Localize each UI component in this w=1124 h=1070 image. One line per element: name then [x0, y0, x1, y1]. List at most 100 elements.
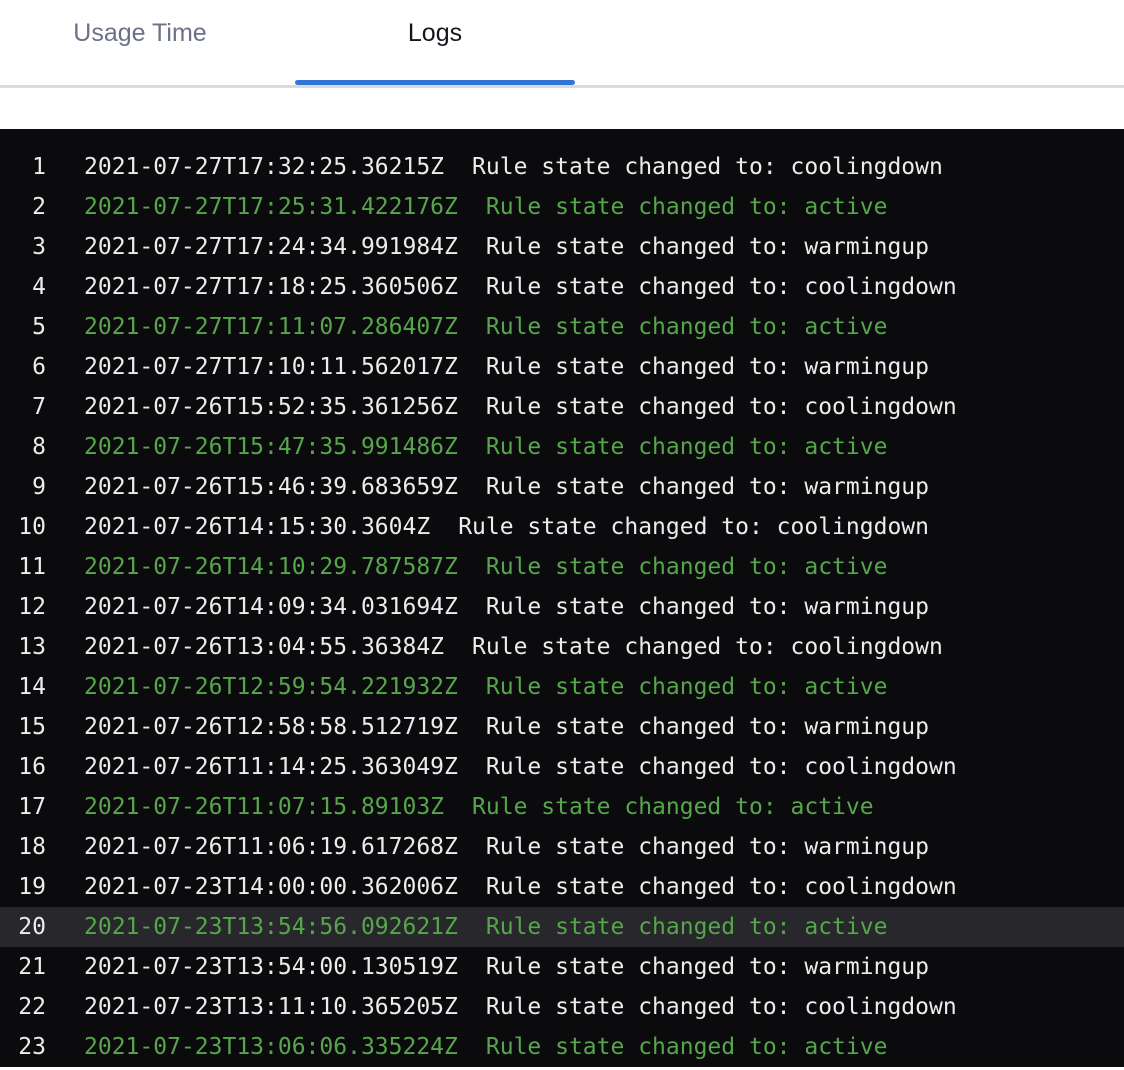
log-line-number: 19 [0, 867, 46, 907]
log-line-number: 11 [0, 547, 46, 587]
log-line-number: 18 [0, 827, 46, 867]
log-line-number: 21 [0, 947, 46, 987]
log-timestamp: 2021-07-27T17:24:34.991984Z [84, 234, 458, 260]
tab-bar: Usage Time Logs [0, 0, 1124, 88]
log-timestamp: 2021-07-27T17:11:07.286407Z [84, 314, 458, 340]
log-message: Rule state changed to: warmingup [486, 234, 929, 260]
log-row[interactable]: 21 2021-07-23T13:54:00.130519Z Rule state … [0, 947, 1124, 987]
log-row[interactable]: 16 2021-07-26T11:14:25.363049Z Rule state … [0, 747, 1124, 787]
tab-logs-label: Logs [408, 19, 462, 48]
log-timestamp: 2021-07-26T14:10:29.787587Z [84, 554, 458, 580]
log-row[interactable]: 20 2021-07-23T13:54:56.092621Z Rule state … [0, 907, 1124, 947]
log-message: Rule state changed to: coolingdown [486, 754, 957, 780]
log-message: Rule state changed to: warmingup [486, 354, 929, 380]
tab-usage-time[interactable]: Usage Time [0, 0, 280, 85]
log-row[interactable]: 9 2021-07-26T15:46:39.683659Z Rule state c… [0, 467, 1124, 507]
log-timestamp: 2021-07-26T15:46:39.683659Z [84, 474, 458, 500]
log-console[interactable]: 1 2021-07-27T17:32:25.36215Z Rule state ch… [0, 129, 1124, 1067]
log-message: Rule state changed to: active [486, 554, 888, 580]
log-timestamp: 2021-07-26T12:59:54.221932Z [84, 674, 458, 700]
log-line-number: 7 [0, 387, 46, 427]
log-line-number: 23 [0, 1027, 46, 1067]
log-row[interactable]: 11 2021-07-26T14:10:29.787587Z Rule state … [0, 547, 1124, 587]
log-row[interactable]: 18 2021-07-26T11:06:19.617268Z Rule state … [0, 827, 1124, 867]
log-line-number: 20 [0, 907, 46, 947]
log-row[interactable]: 6 2021-07-27T17:10:11.562017Z Rule state c… [0, 347, 1124, 387]
log-row[interactable]: 8 2021-07-26T15:47:35.991486Z Rule state c… [0, 427, 1124, 467]
log-message: Rule state changed to: coolingdown [472, 154, 943, 180]
log-timestamp: 2021-07-26T11:14:25.363049Z [84, 754, 458, 780]
tab-content-gap [0, 88, 1124, 129]
log-timestamp: 2021-07-26T14:15:30.3604Z [84, 514, 430, 540]
log-timestamp: 2021-07-26T14:09:34.031694Z [84, 594, 458, 620]
log-timestamp: 2021-07-26T15:47:35.991486Z [84, 434, 458, 460]
log-row[interactable]: 14 2021-07-26T12:59:54.221932Z Rule state … [0, 667, 1124, 707]
log-line-number: 3 [0, 227, 46, 267]
log-message: Rule state changed to: coolingdown [458, 514, 929, 540]
log-message: Rule state changed to: coolingdown [486, 874, 957, 900]
log-timestamp: 2021-07-26T12:58:58.512719Z [84, 714, 458, 740]
log-timestamp: 2021-07-27T17:10:11.562017Z [84, 354, 458, 380]
log-line-number: 17 [0, 787, 46, 827]
log-row[interactable]: 1 2021-07-27T17:32:25.36215Z Rule state ch… [0, 147, 1124, 187]
tab-logs[interactable]: Logs [295, 0, 575, 85]
log-line-number: 22 [0, 987, 46, 1027]
log-message: Rule state changed to: coolingdown [486, 394, 957, 420]
log-line-number: 13 [0, 627, 46, 667]
log-row[interactable]: 4 2021-07-27T17:18:25.360506Z Rule state c… [0, 267, 1124, 307]
log-message: Rule state changed to: warmingup [486, 834, 929, 860]
log-message: Rule state changed to: warmingup [486, 474, 929, 500]
log-timestamp: 2021-07-23T13:11:10.365205Z [84, 994, 458, 1020]
log-message: Rule state changed to: active [486, 314, 888, 340]
log-timestamp: 2021-07-26T13:04:55.36384Z [84, 634, 444, 660]
log-timestamp: 2021-07-27T17:25:31.422176Z [84, 194, 458, 220]
log-row[interactable]: 23 2021-07-23T13:06:06.335224Z Rule state … [0, 1027, 1124, 1067]
log-message: Rule state changed to: warmingup [486, 714, 929, 740]
tab-usage-time-label: Usage Time [73, 19, 206, 48]
log-line-number: 16 [0, 747, 46, 787]
log-line-number: 14 [0, 667, 46, 707]
log-timestamp: 2021-07-23T13:54:56.092621Z [84, 914, 458, 940]
log-line-number: 15 [0, 707, 46, 747]
log-message: Rule state changed to: active [486, 434, 888, 460]
log-timestamp: 2021-07-23T14:00:00.362006Z [84, 874, 458, 900]
active-tab-indicator [295, 80, 575, 85]
log-row[interactable]: 7 2021-07-26T15:52:35.361256Z Rule state c… [0, 387, 1124, 427]
log-message: Rule state changed to: active [486, 194, 888, 220]
log-row[interactable]: 5 2021-07-27T17:11:07.286407Z Rule state c… [0, 307, 1124, 347]
log-row[interactable]: 19 2021-07-23T14:00:00.362006Z Rule state … [0, 867, 1124, 907]
log-timestamp: 2021-07-23T13:54:00.130519Z [84, 954, 458, 980]
log-timestamp: 2021-07-26T11:07:15.89103Z [84, 794, 444, 820]
log-row[interactable]: 22 2021-07-23T13:11:10.365205Z Rule state … [0, 987, 1124, 1027]
log-timestamp: 2021-07-23T13:06:06.335224Z [84, 1034, 458, 1060]
log-message: Rule state changed to: active [472, 794, 874, 820]
log-line-number: 5 [0, 307, 46, 347]
log-timestamp: 2021-07-26T11:06:19.617268Z [84, 834, 458, 860]
log-line-number: 10 [0, 507, 46, 547]
log-line-number: 12 [0, 587, 46, 627]
log-timestamp: 2021-07-26T15:52:35.361256Z [84, 394, 458, 420]
log-timestamp: 2021-07-27T17:32:25.36215Z [84, 154, 444, 180]
log-message: Rule state changed to: coolingdown [486, 274, 957, 300]
log-message: Rule state changed to: warmingup [486, 594, 929, 620]
log-message: Rule state changed to: warmingup [486, 954, 929, 980]
log-row[interactable]: 3 2021-07-27T17:24:34.991984Z Rule state c… [0, 227, 1124, 267]
log-row[interactable]: 10 2021-07-26T14:15:30.3604Z Rule state ch… [0, 507, 1124, 547]
log-message: Rule state changed to: coolingdown [472, 634, 943, 660]
log-row[interactable]: 17 2021-07-26T11:07:15.89103Z Rule state c… [0, 787, 1124, 827]
log-message: Rule state changed to: active [486, 1034, 888, 1060]
log-message: Rule state changed to: active [486, 914, 888, 940]
log-timestamp: 2021-07-27T17:18:25.360506Z [84, 274, 458, 300]
log-line-number: 6 [0, 347, 46, 387]
log-line-number: 9 [0, 467, 46, 507]
log-line-number: 8 [0, 427, 46, 467]
log-line-number: 1 [0, 147, 46, 187]
log-row[interactable]: 2 2021-07-27T17:25:31.422176Z Rule state c… [0, 187, 1124, 227]
log-row[interactable]: 13 2021-07-26T13:04:55.36384Z Rule state c… [0, 627, 1124, 667]
log-row[interactable]: 15 2021-07-26T12:58:58.512719Z Rule state … [0, 707, 1124, 747]
log-message: Rule state changed to: active [486, 674, 888, 700]
log-message: Rule state changed to: coolingdown [486, 994, 957, 1020]
log-line-number: 4 [0, 267, 46, 307]
log-row[interactable]: 12 2021-07-26T14:09:34.031694Z Rule state … [0, 587, 1124, 627]
log-line-number: 2 [0, 187, 46, 227]
